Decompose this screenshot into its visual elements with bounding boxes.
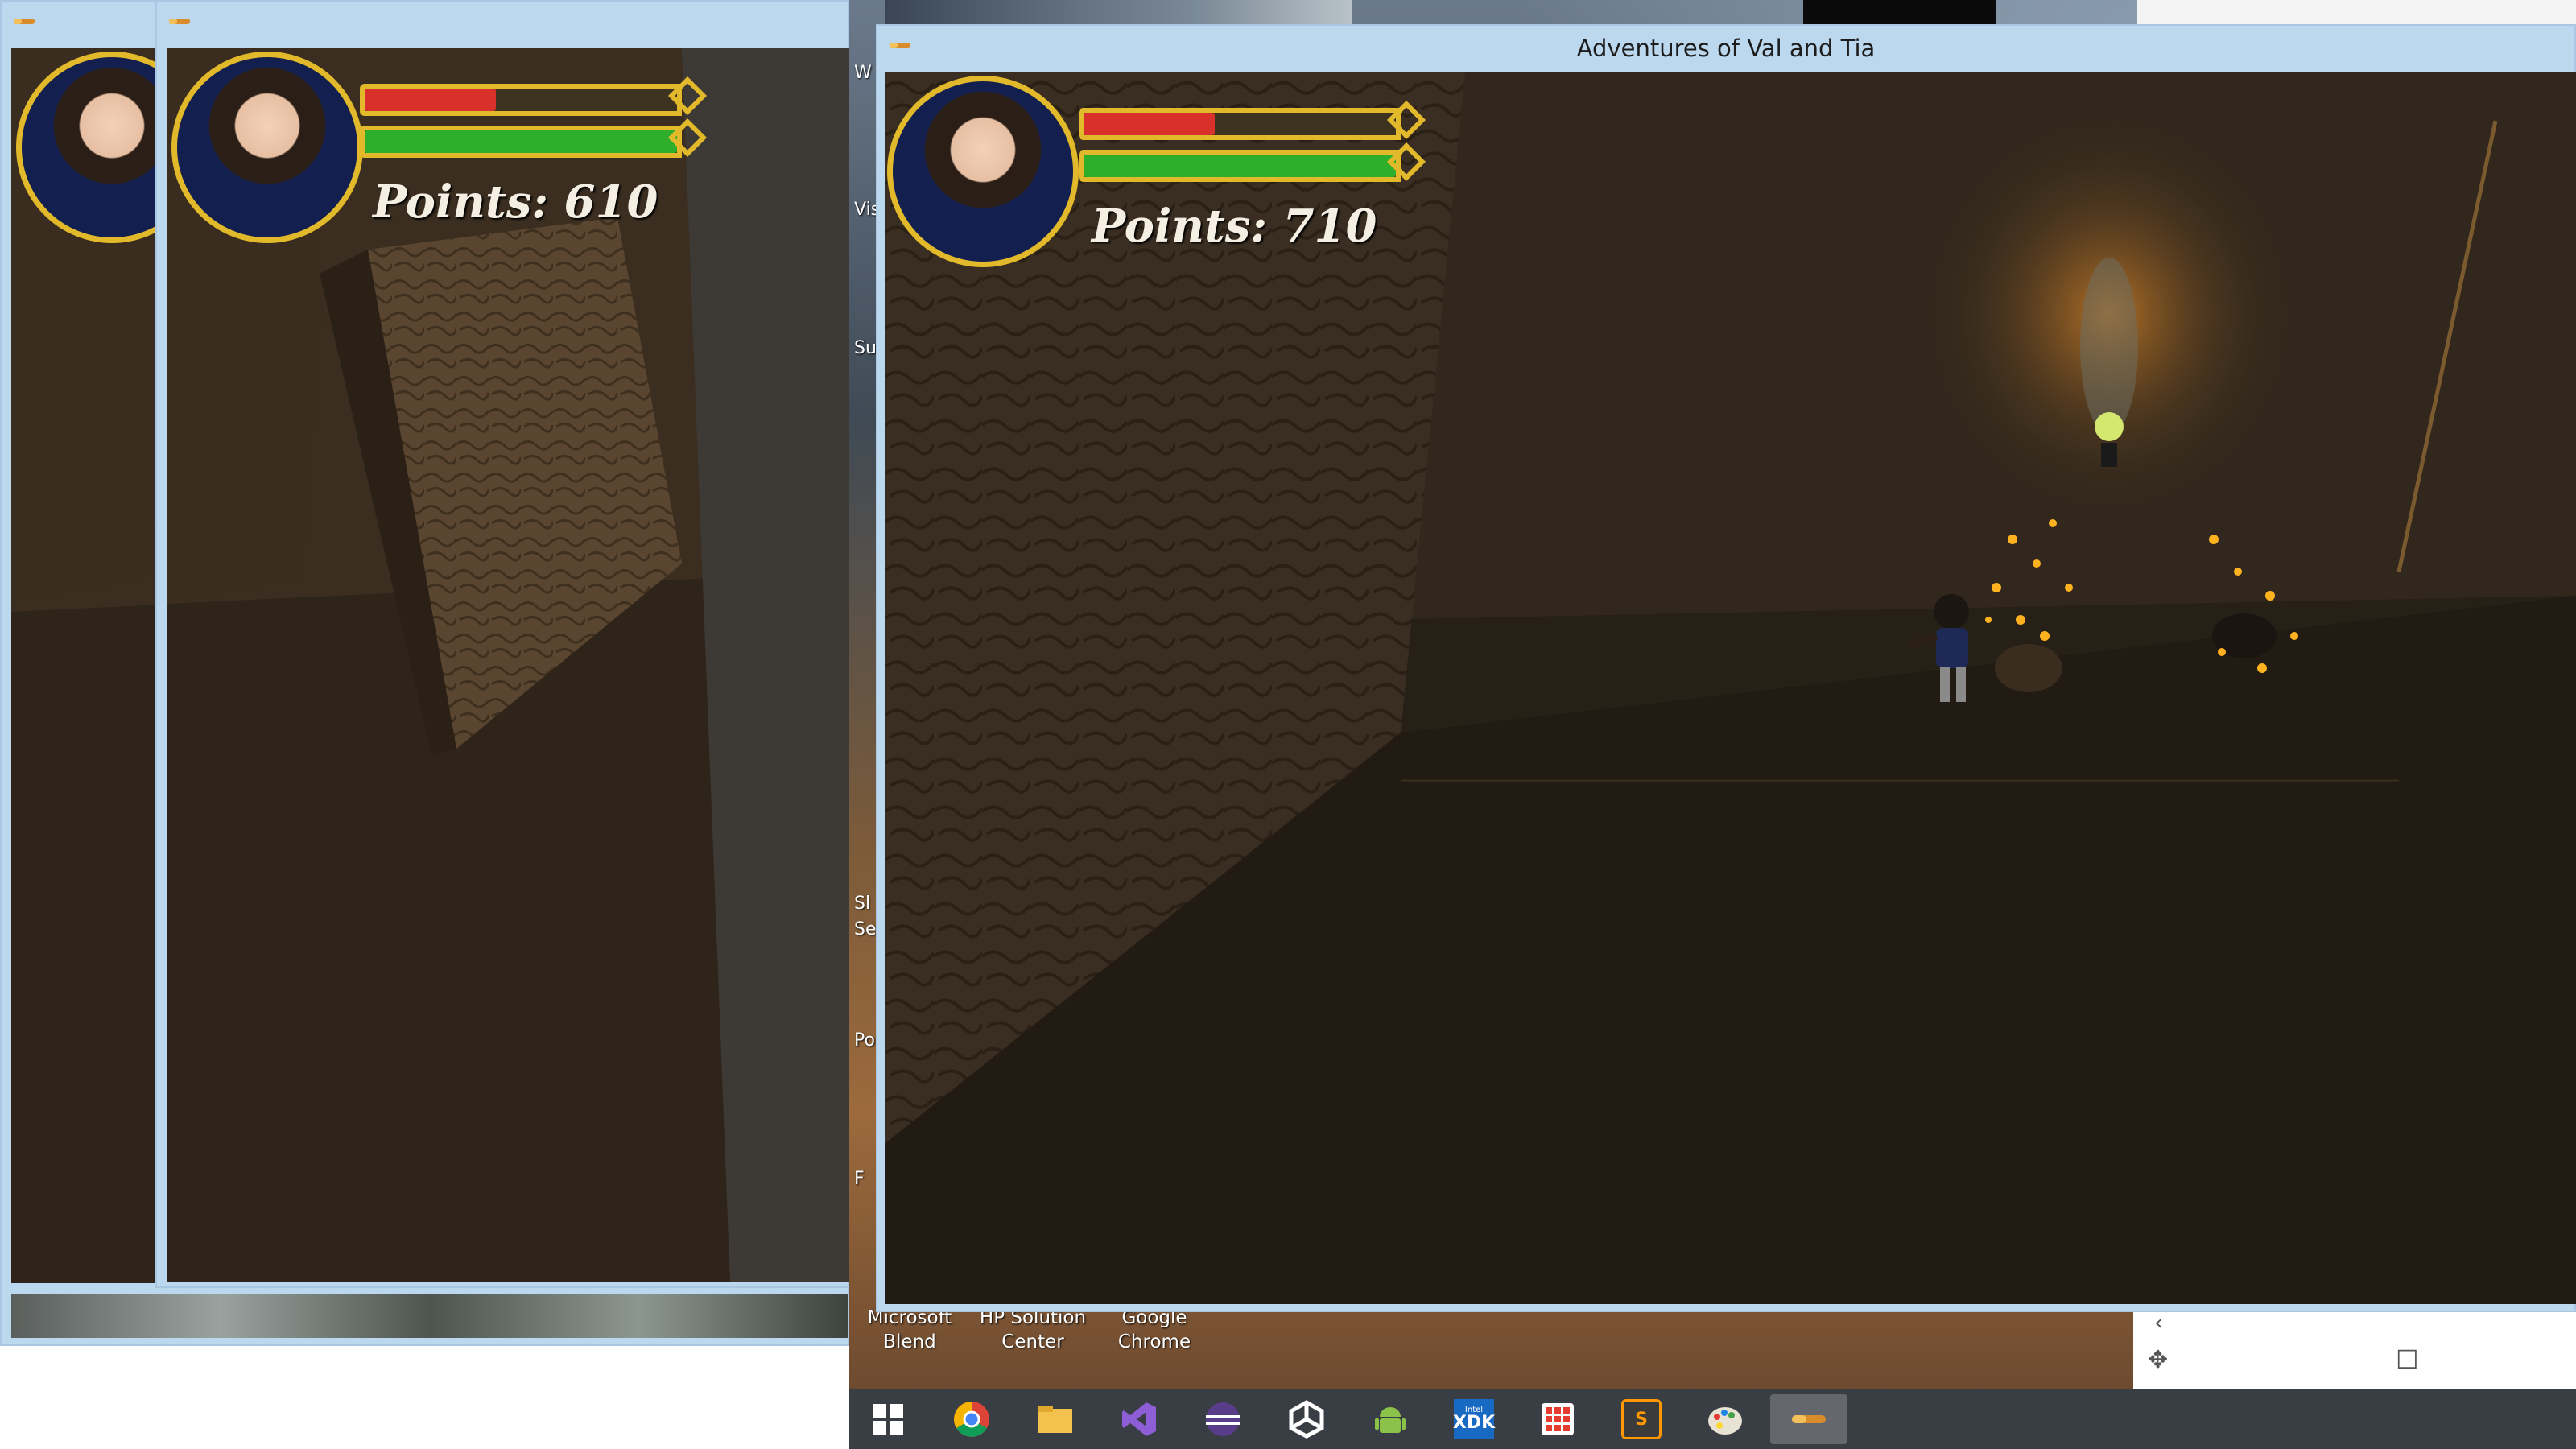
- avatar: [171, 52, 363, 243]
- background-window-strip-light: [2137, 0, 2576, 24]
- file-explorer-icon: [1038, 1406, 1072, 1433]
- intel-xdk-icon: Intel XDK: [1452, 1399, 1496, 1439]
- collapse-arrow-icon[interactable]: ‹: [2154, 1309, 2163, 1335]
- game-app-icon: [1792, 1415, 1826, 1423]
- game-scene: [886, 72, 2576, 1304]
- desktop-shortcut-google-chrome[interactable]: Google Chrome: [1090, 1306, 1219, 1354]
- points-display: Points: 610: [373, 175, 658, 229]
- desktop-shortcut-blend[interactable]: Microsoft Blend: [845, 1306, 974, 1354]
- window-title: [157, 2, 848, 47]
- taskbar-visual-studio[interactable]: [1100, 1394, 1178, 1444]
- sublime-text-icon: S: [1621, 1399, 1662, 1439]
- game-window-front[interactable]: Adventures of Val and Tia Points: 710: [876, 24, 2576, 1312]
- shortcut-label-line: Center: [1001, 1331, 1064, 1352]
- points-label: Points:: [1092, 200, 1268, 253]
- game-viewport[interactable]: Points: 710: [886, 72, 2576, 1304]
- health-bar-fill: [365, 89, 496, 111]
- background-window-strip-dark: [1803, 0, 1996, 24]
- window-title: Adventures of Val and Tia: [1576, 35, 1876, 62]
- health-bar: [1079, 108, 1401, 140]
- taskbar-sublime-text[interactable]: S: [1603, 1394, 1680, 1444]
- taskbar-file-explorer[interactable]: [1017, 1394, 1094, 1444]
- side-panel: ‹ ✥ ☐: [2133, 1304, 2576, 1389]
- move-icon[interactable]: ✥: [2148, 1346, 2168, 1374]
- game-viewport[interactable]: Points: 610: [167, 48, 849, 1282]
- resize-icon[interactable]: ☐: [2396, 1344, 2419, 1375]
- window-titlebar[interactable]: [157, 2, 848, 47]
- desktop-shortcut-hp-solution-center[interactable]: HP Solution Center: [968, 1306, 1097, 1354]
- window-bottom-strip: [11, 1294, 848, 1338]
- edge-label: Po: [854, 1030, 875, 1051]
- stamina-bar: [360, 126, 682, 158]
- android-icon: [1375, 1407, 1406, 1433]
- eclipse-icon: [1206, 1402, 1240, 1436]
- stamina-bar-fill: [365, 130, 677, 153]
- taskbar: Intel XDK S: [849, 1389, 2576, 1449]
- taskbar-chrome[interactable]: [933, 1394, 1010, 1444]
- taskbar-paint[interactable]: [1686, 1394, 1764, 1444]
- shortcut-label-line: Blend: [883, 1331, 936, 1352]
- edge-label: W: [854, 63, 872, 83]
- taskbar-eclipse[interactable]: [1184, 1394, 1261, 1444]
- windows-start-icon: [873, 1404, 903, 1435]
- points-value: 610: [564, 175, 658, 229]
- stamina-bar-fill: [1084, 155, 1396, 177]
- unity-icon: [1289, 1400, 1324, 1439]
- enemy-creature: [1995, 644, 2062, 692]
- edge-label: Sl: [854, 894, 871, 914]
- health-bar: [360, 84, 682, 116]
- torch-smoke: [2080, 258, 2138, 435]
- apps-grid-icon: [1542, 1403, 1574, 1435]
- taskbar-apps-grid[interactable]: [1519, 1394, 1596, 1444]
- xdk-label: XDK: [1452, 1413, 1496, 1433]
- torch-holder: [2101, 443, 2117, 467]
- background-window-strip: [886, 0, 1352, 24]
- edge-label: Se: [854, 919, 877, 939]
- health-bar-fill: [1084, 113, 1215, 135]
- sublime-label: S: [1635, 1409, 1648, 1430]
- taskbar-game-app[interactable]: [1770, 1394, 1847, 1444]
- edge-label: Su: [854, 338, 877, 358]
- window-titlebar[interactable]: Adventures of Val and Tia: [877, 26, 2574, 71]
- points-value: 710: [1282, 200, 1377, 253]
- points-label: Points:: [373, 175, 549, 229]
- edge-label: F: [854, 1169, 865, 1189]
- shortcut-label-line: Chrome: [1117, 1331, 1191, 1352]
- taskbar-android[interactable]: [1352, 1394, 1429, 1444]
- avatar: [887, 76, 1079, 267]
- start-button[interactable]: [849, 1394, 927, 1444]
- points-display: Points: 710: [1092, 200, 1377, 253]
- visual-studio-icon: [1122, 1402, 1156, 1436]
- stamina-bar: [1079, 150, 1401, 182]
- torch-flame: [2095, 412, 2124, 441]
- chrome-icon: [954, 1402, 989, 1437]
- taskbar-intel-xdk[interactable]: Intel XDK: [1435, 1394, 1513, 1444]
- paint-icon: [1708, 1407, 1742, 1435]
- taskbar-unity[interactable]: [1268, 1394, 1345, 1444]
- game-window-middle[interactable]: Points: 610: [155, 0, 849, 1288]
